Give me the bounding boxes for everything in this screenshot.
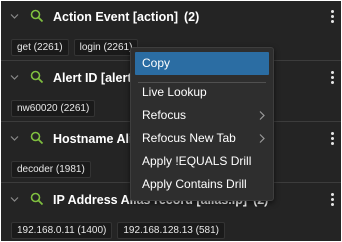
menu-item-label: Apply Contains Drill xyxy=(142,177,247,191)
meta-value-list: get (2261) login (2261) xyxy=(11,39,139,56)
chevron-right-icon xyxy=(258,134,266,143)
menu-item-label: Live Lookup xyxy=(142,85,207,99)
chevron-down-icon[interactable] xyxy=(10,12,19,21)
meta-group-title: Action Event [action] (2) xyxy=(53,10,199,24)
meta-value-chip[interactable]: login (2261) xyxy=(73,39,139,56)
menu-item-label: Refocus New Tab xyxy=(142,131,236,145)
meta-key-label: Action Event [action] xyxy=(53,10,179,24)
meta-group-header[interactable]: Action Event [action] (2) xyxy=(1,1,341,33)
kebab-menu-icon[interactable] xyxy=(329,192,335,208)
chevron-down-icon[interactable] xyxy=(10,134,19,143)
menu-item-label: Copy xyxy=(142,56,171,70)
menu-item-label: Refocus xyxy=(142,108,187,122)
meta-value-list: decoder (1981) xyxy=(11,161,91,178)
meta-value-count: (2) xyxy=(184,10,200,24)
meta-value-chip[interactable]: 192.168.128.13 (581) xyxy=(117,222,225,239)
meta-value-list: 192.168.0.11 (1400) 192.168.128.13 (581) xyxy=(11,222,225,239)
menu-item-refocus-new-tab[interactable]: Refocus New Tab xyxy=(131,127,273,150)
menu-item-label: Apply !EQUALS Drill xyxy=(142,154,252,168)
meta-value-chip[interactable]: nw60020 (2261) xyxy=(11,100,96,117)
search-icon[interactable] xyxy=(30,70,44,84)
search-icon[interactable] xyxy=(30,192,44,206)
kebab-menu-icon[interactable] xyxy=(329,131,335,147)
context-menu: Copy Live Lookup Refocus Refocus New Tab… xyxy=(130,47,274,201)
meta-value-chip[interactable]: get (2261) xyxy=(11,39,69,56)
search-icon[interactable] xyxy=(30,9,44,23)
meta-value-chip[interactable]: 192.168.0.11 (1400) xyxy=(11,222,113,239)
menu-item-refocus[interactable]: Refocus xyxy=(131,104,273,127)
menu-item-apply-not-equals-drill[interactable]: Apply !EQUALS Drill xyxy=(131,150,273,173)
chevron-down-icon[interactable] xyxy=(10,73,19,82)
chevron-down-icon[interactable] xyxy=(10,195,19,204)
meta-value-list: nw60020 (2261) xyxy=(11,100,96,117)
chevron-right-icon xyxy=(258,111,266,120)
kebab-menu-icon[interactable] xyxy=(329,9,335,25)
menu-item-live-lookup[interactable]: Live Lookup xyxy=(131,81,273,104)
menu-item-copy[interactable]: Copy xyxy=(135,52,269,75)
search-icon[interactable] xyxy=(30,131,44,145)
kebab-menu-icon[interactable] xyxy=(329,70,335,86)
meta-value-chip[interactable]: decoder (1981) xyxy=(11,161,91,178)
menu-item-apply-contains-drill[interactable]: Apply Contains Drill xyxy=(131,173,273,196)
